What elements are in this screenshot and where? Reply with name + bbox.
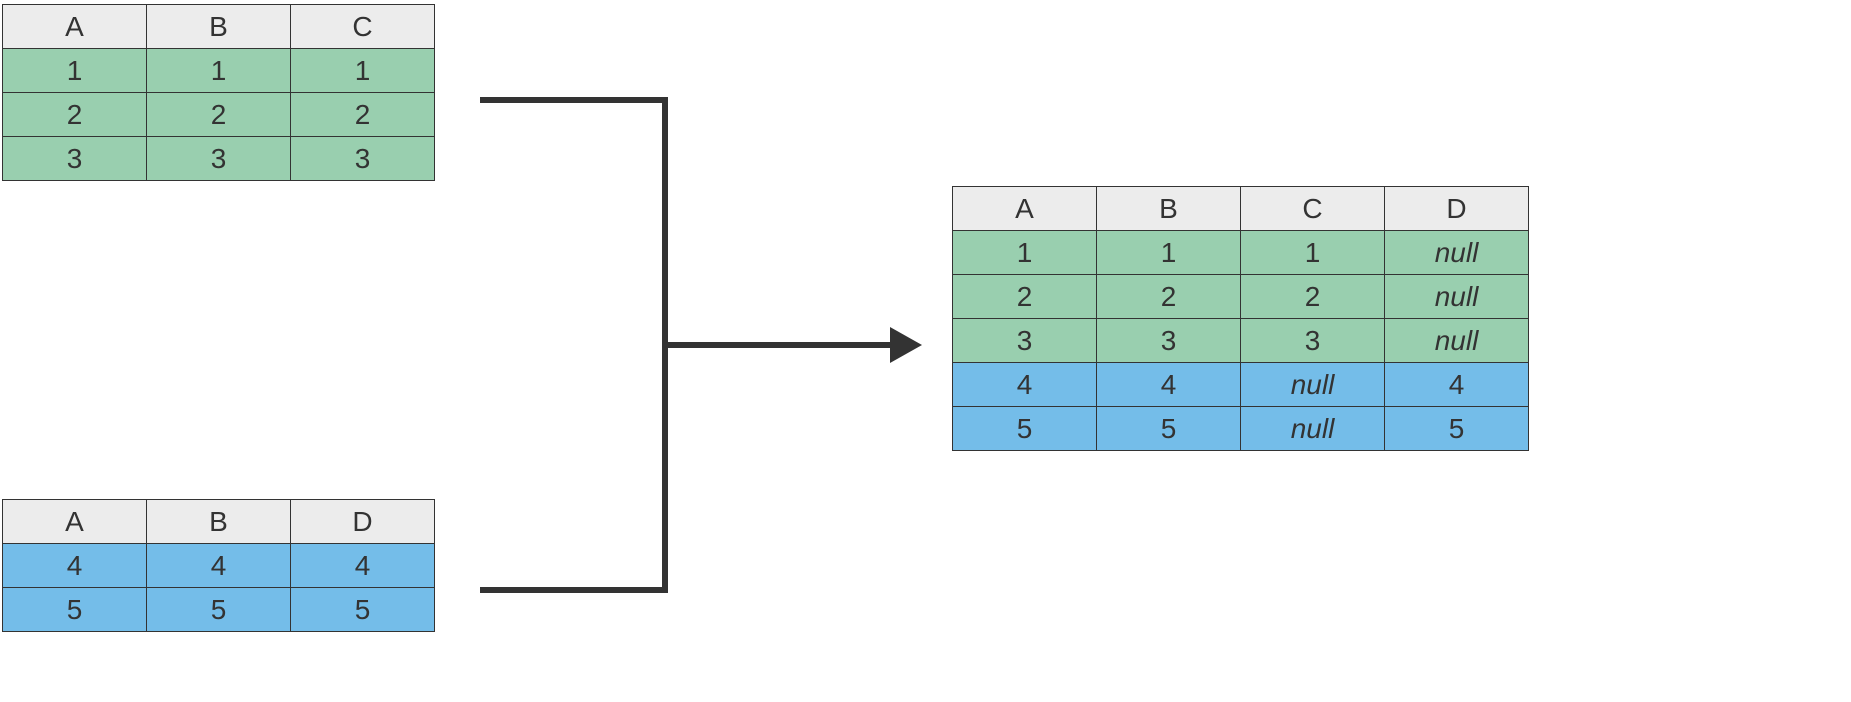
cell: 5 [953, 407, 1097, 451]
col-header: C [291, 5, 435, 49]
table-header-row: A B C [3, 5, 435, 49]
cell-null: null [1385, 231, 1529, 275]
cell: 5 [1385, 407, 1529, 451]
cell: 1 [291, 49, 435, 93]
col-header: B [147, 5, 291, 49]
result-table: A B C D 1 1 1 null 2 2 2 null 3 3 3 [952, 186, 1529, 451]
table-row: 1 1 1 null [953, 231, 1529, 275]
cell: 1 [1097, 231, 1241, 275]
cell: 5 [291, 588, 435, 632]
diagram-stage: A B C 1 1 1 2 2 2 3 3 3 [0, 0, 1851, 702]
cell: 1 [953, 231, 1097, 275]
col-header: A [3, 5, 147, 49]
cell: 2 [3, 93, 147, 137]
cell: 1 [3, 49, 147, 93]
col-header: C [1241, 187, 1385, 231]
cell: 5 [147, 588, 291, 632]
cell: 2 [147, 93, 291, 137]
cell: 5 [1097, 407, 1241, 451]
table-row: 5 5 null 5 [953, 407, 1529, 451]
col-header: B [147, 500, 291, 544]
cell: 4 [953, 363, 1097, 407]
table-row: 2 2 2 [3, 93, 435, 137]
merge-arrow-icon [460, 95, 940, 615]
col-header: A [953, 187, 1097, 231]
cell: 4 [147, 544, 291, 588]
cell: 1 [147, 49, 291, 93]
cell-null: null [1241, 363, 1385, 407]
cell-null: null [1385, 275, 1529, 319]
table-row: 2 2 2 null [953, 275, 1529, 319]
table-row: 3 3 3 [3, 137, 435, 181]
cell-null: null [1241, 407, 1385, 451]
col-header: B [1097, 187, 1241, 231]
cell: 3 [953, 319, 1097, 363]
input-table-2: A B D 4 4 4 5 5 5 [2, 499, 435, 632]
col-header: A [3, 500, 147, 544]
table-row: 4 4 null 4 [953, 363, 1529, 407]
table-row: 4 4 4 [3, 544, 435, 588]
col-header: D [1385, 187, 1529, 231]
cell: 2 [953, 275, 1097, 319]
table-row: 5 5 5 [3, 588, 435, 632]
cell: 3 [1097, 319, 1241, 363]
table-row: 1 1 1 [3, 49, 435, 93]
cell: 2 [1241, 275, 1385, 319]
cell: 1 [1241, 231, 1385, 275]
cell: 2 [1097, 275, 1241, 319]
cell: 4 [1097, 363, 1241, 407]
table-row: 3 3 3 null [953, 319, 1529, 363]
table-header-row: A B D [3, 500, 435, 544]
cell: 4 [3, 544, 147, 588]
cell: 3 [1241, 319, 1385, 363]
cell: 3 [3, 137, 147, 181]
table-header-row: A B C D [953, 187, 1529, 231]
cell-null: null [1385, 319, 1529, 363]
cell: 4 [291, 544, 435, 588]
cell: 5 [3, 588, 147, 632]
cell: 3 [147, 137, 291, 181]
cell: 3 [291, 137, 435, 181]
col-header: D [291, 500, 435, 544]
input-table-1: A B C 1 1 1 2 2 2 3 3 3 [2, 4, 435, 181]
cell: 4 [1385, 363, 1529, 407]
cell: 2 [291, 93, 435, 137]
